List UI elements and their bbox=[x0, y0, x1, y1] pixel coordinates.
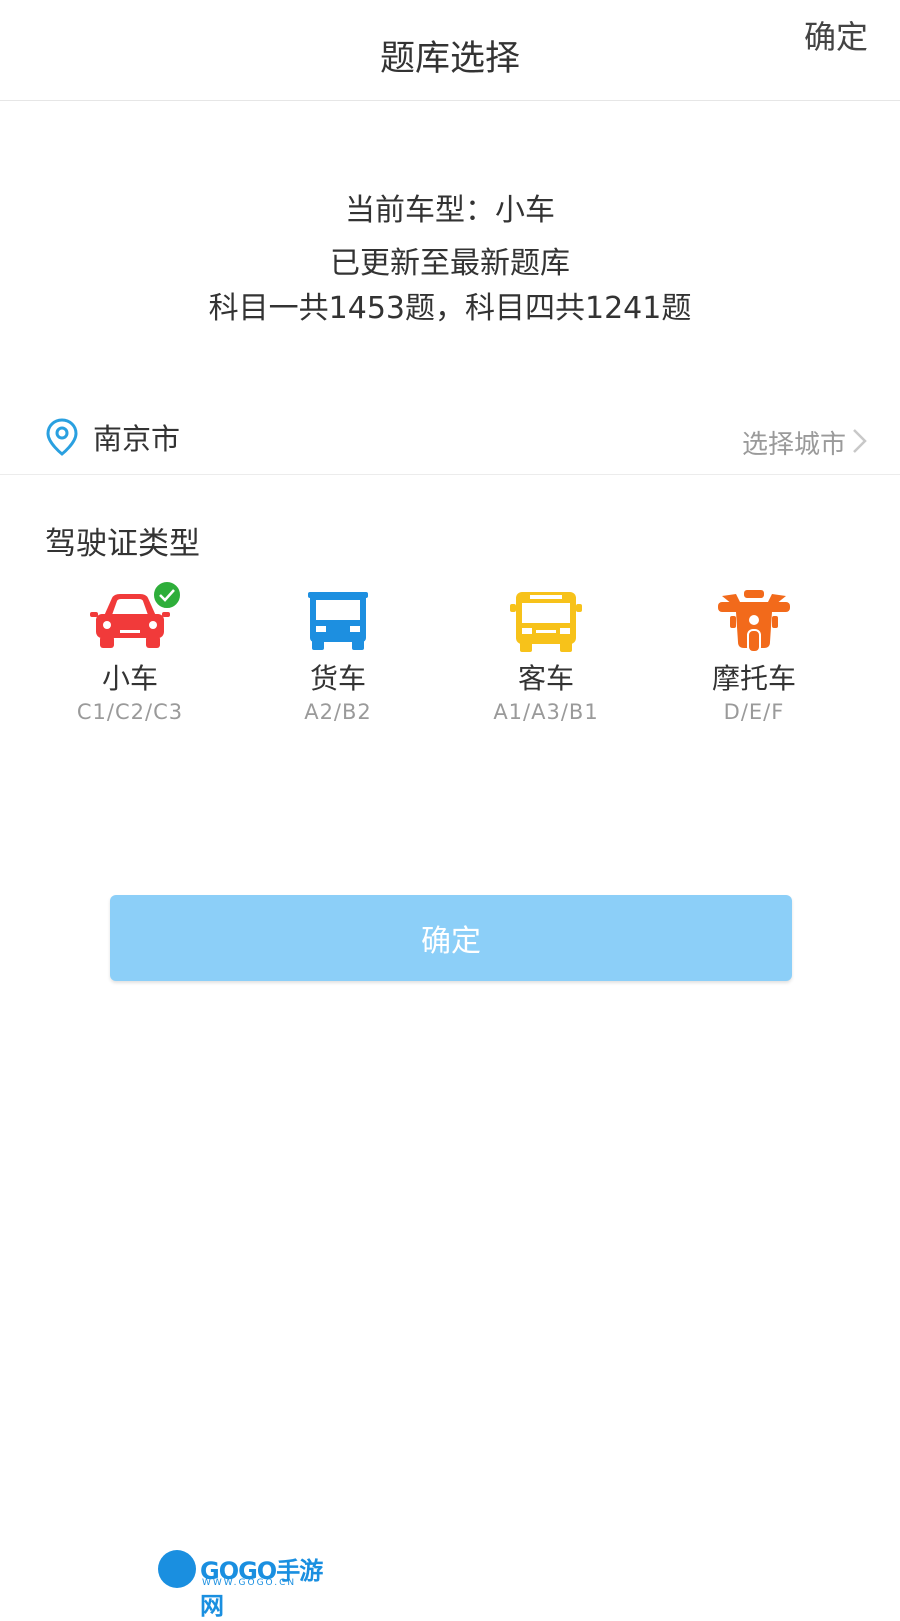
license-type-car[interactable]: 小车 C1/C2/C3 bbox=[30, 580, 230, 724]
city-name: 南京市 bbox=[93, 422, 181, 456]
license-type-codes: A2/B2 bbox=[304, 699, 372, 724]
license-type-name: 货车 bbox=[309, 662, 366, 695]
select-city-link[interactable]: 选择城市 bbox=[742, 424, 846, 461]
license-type-bus[interactable]: 客车 A1/A3/B1 bbox=[446, 590, 646, 724]
license-type-truck[interactable]: 货车 A2/B2 bbox=[238, 590, 438, 724]
location-pin-icon bbox=[46, 418, 78, 456]
update-status: 已更新至最新题库 bbox=[330, 246, 570, 281]
bus-icon bbox=[510, 592, 582, 652]
question-counts: 科目一共1453题，科目四共1241题 bbox=[208, 291, 692, 326]
license-type-list: 小车 C1/C2/C3 货车 A2/B2 客车 A1/A3/B1 摩托车 D/E… bbox=[0, 580, 900, 740]
watermark-subtext: WWW.GOGO.CN bbox=[202, 1578, 297, 1588]
license-type-name: 小车 bbox=[101, 662, 158, 695]
city-row[interactable]: 南京市 选择城市 bbox=[0, 400, 900, 475]
header-confirm-button[interactable]: 确定 bbox=[804, 12, 868, 58]
current-vehicle-type: 当前车型：小车 bbox=[345, 193, 555, 228]
license-type-heading: 驾驶证类型 bbox=[45, 526, 200, 562]
license-type-codes: A1/A3/B1 bbox=[493, 699, 599, 724]
license-type-codes: C1/C2/C3 bbox=[76, 699, 184, 724]
license-type-name: 摩托车 bbox=[711, 662, 796, 695]
chevron-right-icon[interactable] bbox=[852, 428, 868, 454]
watermark-g-icon bbox=[158, 1550, 196, 1588]
license-type-motorcycle[interactable]: 摩托车 D/E/F bbox=[654, 590, 854, 724]
header: 题库选择 确定 bbox=[0, 0, 900, 101]
selected-check-icon bbox=[152, 580, 182, 610]
confirm-button[interactable]: 确定 bbox=[110, 895, 792, 981]
motorcycle-icon bbox=[718, 590, 790, 653]
truck-icon bbox=[308, 592, 368, 650]
question-bank-info: 当前车型：小车 已更新至最新题库 科目一共1453题，科目四共1241题 bbox=[0, 196, 900, 324]
watermark-logo: GOGO手游网 WWW.GOGO.CN bbox=[158, 1550, 338, 1620]
license-type-name: 客车 bbox=[517, 662, 574, 695]
license-type-codes: D/E/F bbox=[723, 699, 785, 724]
page-title: 题库选择 bbox=[379, 39, 520, 79]
